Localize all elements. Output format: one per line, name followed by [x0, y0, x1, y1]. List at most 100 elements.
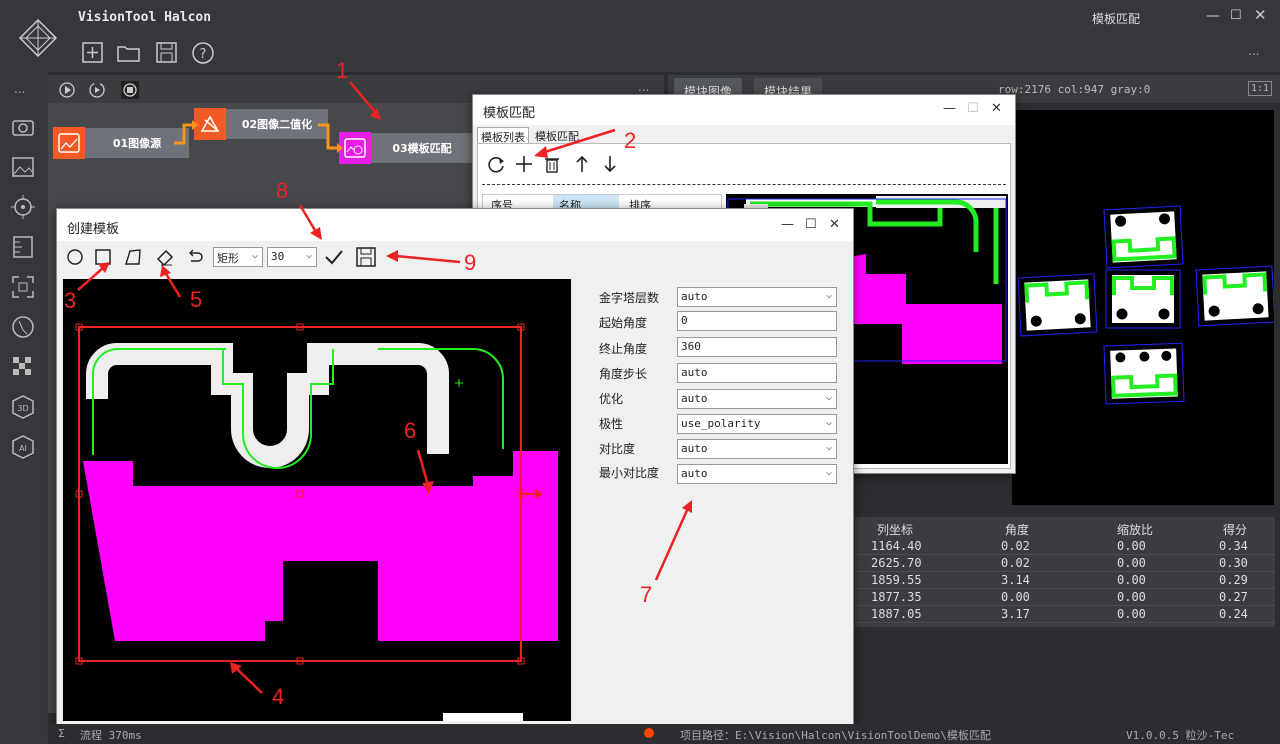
param-label: 角度步长	[599, 367, 648, 381]
match-part	[1103, 342, 1185, 405]
ruler-icon[interactable]	[10, 234, 36, 260]
pixel-readout: row:2176 col:947 gray:0	[998, 83, 1151, 96]
measure-icon[interactable]	[10, 314, 36, 340]
param-label: 最小对比度	[599, 466, 660, 480]
chevron-down-icon: ⌵	[825, 467, 832, 478]
polygon-tool-icon[interactable]	[123, 247, 143, 267]
refresh-icon[interactable]	[486, 154, 506, 174]
annotation-label: 6	[404, 418, 417, 443]
save-template-icon[interactable]	[355, 246, 377, 268]
end-angle-input[interactable]: 360	[677, 337, 837, 357]
annotation-label: 9	[464, 250, 477, 275]
flow-time: 流程 370ms	[80, 729, 142, 742]
tab-template-match[interactable]: 模板匹配	[535, 128, 579, 144]
add-template-icon[interactable]	[514, 154, 534, 174]
move-down-icon[interactable]	[600, 154, 620, 174]
match-part	[1105, 269, 1181, 329]
polarity-select[interactable]: use_polarity ⌵	[677, 414, 837, 434]
annotation-label: 5	[190, 287, 203, 312]
app-title: VisionTool Halcon	[78, 10, 212, 25]
project-path: 项目路径：E:\Vision\Halcon\VisionToolDemo\模板匹…	[680, 729, 991, 742]
param-label: 金字塔层数	[599, 291, 660, 305]
rectangle-tool-icon[interactable]	[93, 247, 113, 267]
run-icon[interactable]	[58, 81, 76, 99]
template-edit-canvas[interactable]	[63, 279, 571, 721]
shape-select[interactable]: 矩形 ⌵	[213, 247, 263, 267]
save-icon[interactable]	[154, 40, 180, 66]
dialog-title: 创建模板	[67, 222, 120, 237]
match-part	[1017, 273, 1098, 337]
table-row[interactable]: 1887.05 3.17 0.00 0.24	[855, 607, 1275, 623]
table-row[interactable]: 2625.70 0.02 0.00 0.30	[855, 556, 1275, 572]
scan-icon[interactable]	[10, 274, 36, 300]
stop-icon[interactable]	[120, 80, 140, 100]
column-header-col: 列坐标	[877, 523, 914, 537]
match-part	[1195, 265, 1276, 327]
move-up-icon[interactable]	[572, 154, 592, 174]
dialog-title: 模板匹配	[483, 106, 536, 121]
close-button[interactable]: ✕	[829, 217, 840, 232]
undo-icon[interactable]	[185, 247, 205, 267]
close-button[interactable]: ✕	[1254, 6, 1267, 24]
contrast-select[interactable]: auto ⌵	[677, 439, 837, 459]
minimize-button[interactable]: —	[1206, 8, 1220, 24]
circle-tool-icon[interactable]	[65, 247, 85, 267]
maximize-button[interactable]: ☐	[1230, 8, 1242, 23]
open-folder-icon[interactable]	[116, 40, 142, 66]
version: V1.0.0.5 粒沙-Tec	[1126, 729, 1235, 742]
loop-run-icon[interactable]	[88, 81, 106, 99]
flow-more-icon[interactable]: ...	[638, 80, 649, 94]
maximize-button[interactable]: ☐	[805, 217, 817, 232]
table-row[interactable]: 1164.40 0.02 0.00 0.34	[855, 539, 1275, 555]
table-row[interactable]: 1877.35 0.00 0.00 0.27	[855, 590, 1275, 606]
optimization-select[interactable]: auto ⌵	[677, 389, 837, 409]
table-row[interactable]: 1859.55 3.14 0.00 0.29	[855, 573, 1275, 589]
size-select[interactable]: 30 ⌵	[267, 247, 317, 267]
template-image	[75, 323, 558, 721]
image-icon[interactable]	[10, 154, 36, 180]
help-icon[interactable]: ?	[190, 40, 216, 66]
param-label: 极性	[599, 417, 624, 431]
results-table: 列坐标 角度 缩放比 得分 1164.40 0.02 0.00 0.34 262…	[855, 517, 1275, 627]
annotation-label: 8	[276, 178, 289, 203]
start-angle-input[interactable]: 0	[677, 311, 837, 331]
match-part	[1103, 205, 1184, 269]
sidebar-more-icon[interactable]: ...	[14, 82, 25, 96]
svg-text:3D: 3D	[17, 404, 28, 413]
confirm-check-icon[interactable]	[323, 247, 345, 267]
chevron-down-icon: ⌵	[825, 290, 832, 301]
chevron-down-icon: ⌵	[251, 250, 258, 261]
minimize-button[interactable]: —	[781, 217, 794, 232]
param-label: 对比度	[599, 442, 636, 456]
minimize-button[interactable]: —	[943, 101, 956, 116]
new-file-icon[interactable]	[80, 40, 106, 66]
maximize-button[interactable]: ☐	[967, 101, 979, 116]
pyramid-levels-select[interactable]: auto ⌵	[677, 287, 837, 307]
zoom-one-to-one-button[interactable]: 1:1	[1248, 81, 1273, 96]
chevron-down-icon: ⌵	[825, 442, 832, 453]
target-icon[interactable]	[10, 194, 36, 220]
column-header-scale: 缩放比	[1117, 523, 1154, 537]
eraser-tool-icon[interactable]	[155, 247, 175, 267]
calibration-icon[interactable]	[10, 354, 36, 380]
annotation-label: 1	[336, 58, 349, 83]
min-contrast-select[interactable]: auto ⌵	[677, 464, 837, 484]
sidebar: ... 3D AI	[0, 72, 48, 744]
column-header-angle: 角度	[1005, 523, 1030, 537]
separator	[482, 184, 1006, 185]
close-button[interactable]: ✕	[991, 101, 1002, 116]
annotation-label: 4	[272, 684, 285, 709]
angle-step-input[interactable]: auto	[677, 363, 837, 383]
status-indicator	[644, 728, 654, 738]
delete-icon[interactable]	[542, 154, 562, 174]
annotation-label: 2	[624, 128, 637, 153]
3d-icon[interactable]: 3D	[10, 394, 36, 420]
image-viewer[interactable]	[1012, 110, 1276, 505]
svg-text:AI: AI	[19, 444, 27, 453]
more-menu-icon[interactable]: ...	[1248, 44, 1259, 58]
chevron-down-icon: ⌵	[825, 417, 832, 428]
ai-icon[interactable]: AI	[10, 434, 36, 460]
sigma-icon: Σ	[58, 727, 65, 740]
param-label: 终止角度	[599, 342, 648, 356]
camera-icon[interactable]	[10, 114, 36, 140]
